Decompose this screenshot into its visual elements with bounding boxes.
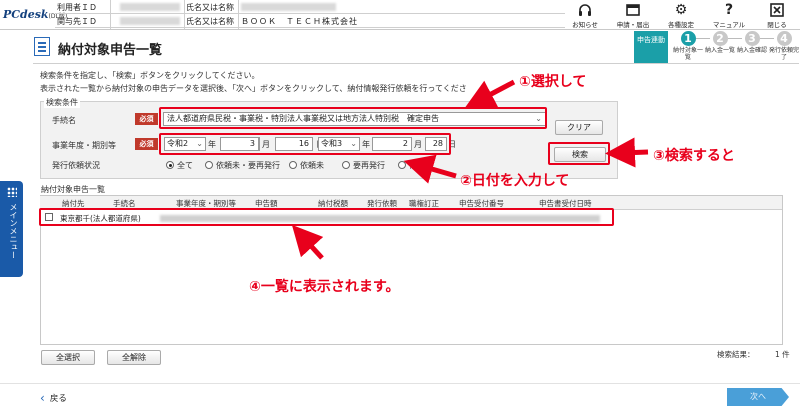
footer (0, 383, 800, 409)
highlight-search-button (548, 142, 610, 165)
header-divider (33, 63, 799, 64)
user-info: 利用者ＩＤ 氏名又は名称 関与先ＩＤ 氏名又は名称 ＢＯＯＫ ＴＥＣＨ株式会社 (55, 0, 565, 29)
client-name-value: ＢＯＯＫ ＴＥＣＨ株式会社 (241, 17, 358, 26)
annotation-2: ②日付を入力して (460, 173, 570, 189)
list-title: 納付対象申告一覧 (41, 185, 105, 194)
step-indicator: 申告連動 1 納付対象一覧 2 納入金一覧 3 納入金確認 4 発行依頼完了 (634, 31, 800, 65)
tax-label: 手続名 (52, 116, 76, 125)
document-icon (34, 37, 50, 56)
application-button-label: 申請・届出 (616, 21, 650, 29)
status-label: 発行依頼状況 (52, 161, 100, 170)
step-2: 2 納入金一覧 (704, 31, 735, 54)
client-row: 関与先ＩＤ 氏名又は名称 ＢＯＯＫ ＴＥＣＨ株式会社 (55, 14, 565, 28)
divider (184, 0, 185, 29)
manual-button-label: マニュアル (712, 21, 746, 29)
select-all-button[interactable]: 全選択 (41, 350, 95, 365)
result-count-label: 検索結果： (717, 350, 755, 359)
result-count-value: 1 件 (775, 350, 790, 359)
status-radio-all[interactable]: 全て (166, 160, 193, 171)
status-radio-requested[interactable]: 依頼 (398, 160, 425, 171)
annotation-3: ③検索すると (653, 148, 735, 164)
client-id-value (120, 17, 180, 25)
user-id-label: 利用者ＩＤ (57, 3, 97, 12)
client-name-label: 氏名又は名称 (186, 17, 234, 26)
page-title: 納付対象申告一覧 (58, 43, 163, 58)
annotation-4: ④一覧に表示されます。 (249, 279, 400, 295)
question-icon: ? (724, 2, 734, 18)
divider (110, 0, 111, 29)
highlight-period (159, 133, 451, 155)
back-button[interactable]: ‹ 戻る (40, 391, 67, 405)
user-name-redacted (241, 3, 336, 11)
step-4: 4 発行依頼完了 (768, 31, 799, 61)
deselect-all-button[interactable]: 全解除 (107, 350, 161, 365)
close-icon (752, 2, 800, 18)
step-1: 1 納付対象一覧 (672, 31, 703, 61)
window-icon (608, 2, 658, 18)
info-button-label: お知らせ (572, 21, 598, 29)
main-menu-tab[interactable]: メインメニュー (0, 181, 23, 277)
clear-button[interactable]: クリア (555, 120, 603, 135)
user-row: 利用者ＩＤ 氏名又は名称 (55, 0, 565, 14)
gear-icon: ⚙ (674, 2, 688, 18)
status-radio-unrequested-reissue[interactable]: 依頼未・要再発行 (205, 160, 280, 171)
toolbar: お知らせ 申請・届出 ⚙ 各種設定 ? マニュアル 閉じる (560, 0, 800, 30)
application-button[interactable]: 申請・届出 (608, 0, 658, 30)
step-3: 3 納入金確認 (736, 31, 767, 54)
info-button[interactable]: お知らせ (560, 0, 610, 30)
user-id-value (120, 3, 180, 11)
period-label: 事業年度・期別等 (52, 141, 116, 150)
required-badge: 必須 (135, 113, 158, 125)
user-name-label: 氏名又は名称 (186, 3, 234, 12)
instructions: 検索条件を指定し、「検索」ボタンをクリックしてください。 表示された一覧から納付… (40, 71, 467, 93)
app-window: PCdesk(DL版) 利用者ＩＤ 氏名又は名称 関与先ＩＤ 氏名又は名称 ＢＯ… (0, 0, 800, 409)
step-section-label: 申告連動 (634, 31, 668, 63)
search-panel-title: 検索条件 (44, 97, 80, 108)
manual-button[interactable]: ? マニュアル (704, 0, 754, 30)
next-button[interactable]: 次へ (727, 388, 789, 406)
highlight-result-row (39, 208, 614, 226)
grid-dots-icon (7, 187, 17, 197)
annotation-1: ①選択して (519, 74, 587, 90)
arrow-3 (605, 137, 649, 168)
highlight-tax-select (159, 107, 547, 129)
divider (238, 0, 239, 29)
client-id-label: 関与先ＩＤ (57, 17, 97, 26)
chevron-left-icon: ‹ (40, 391, 45, 405)
status-radio-reissue[interactable]: 要再発行 (342, 160, 385, 171)
required-badge: 必須 (135, 138, 158, 150)
close-button[interactable]: 閉じる (752, 0, 800, 30)
top-bar: PCdesk(DL版) 利用者ＩＤ 氏名又は名称 関与先ＩＤ 氏名又は名称 ＢＯ… (0, 0, 800, 30)
close-button-label: 閉じる (767, 21, 787, 29)
settings-button-label: 各種設定 (668, 21, 694, 29)
main-menu-label: メインメニュー (9, 203, 18, 259)
arrow-1 (464, 79, 516, 109)
status-radio-unrequested[interactable]: 依頼未 (289, 160, 324, 171)
settings-button[interactable]: ⚙ 各種設定 (656, 0, 706, 30)
headset-icon (560, 2, 610, 18)
